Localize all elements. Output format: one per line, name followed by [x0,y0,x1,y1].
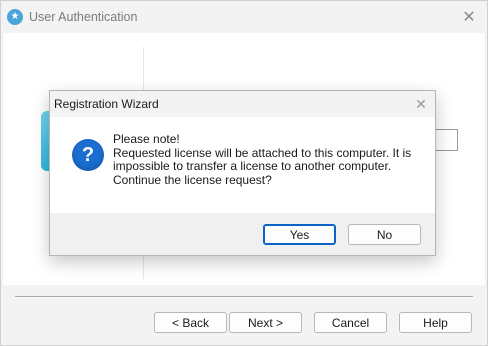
dialog-title: Registration Wizard [54,97,159,111]
footer-separator-highlight [15,297,473,298]
yes-button[interactable]: Yes [263,224,336,245]
message-line: Requested license will be attached to th… [113,145,412,160]
registration-wizard-dialog: Registration Wizard ✕ ? Please note! Req… [49,90,436,256]
dialog-titlebar: Registration Wizard ✕ [50,91,435,117]
dialog-message: Please note! Requested license will be a… [113,132,427,187]
main-titlebar: ★ User Authentication ✕ [1,1,487,33]
question-icon: ? [72,139,104,171]
help-button[interactable]: Help [399,312,472,333]
cancel-button[interactable]: Cancel [314,312,387,333]
background-input-field[interactable] [435,129,458,151]
star-icon: ★ [7,9,23,25]
message-line: impossible to transfer a license to anot… [113,159,392,173]
message-line: Please note! [113,132,180,146]
no-button[interactable]: No [348,224,421,245]
message-line: Continue the license request? [113,172,272,187]
close-icon[interactable]: ✕ [408,93,434,115]
dialog-body: ? Please note! Requested license will be… [50,117,435,213]
window-title: User Authentication [29,10,138,24]
back-button[interactable]: < Back [154,312,227,333]
next-button[interactable]: Next > [229,312,302,333]
close-icon[interactable]: ✕ [455,5,483,29]
